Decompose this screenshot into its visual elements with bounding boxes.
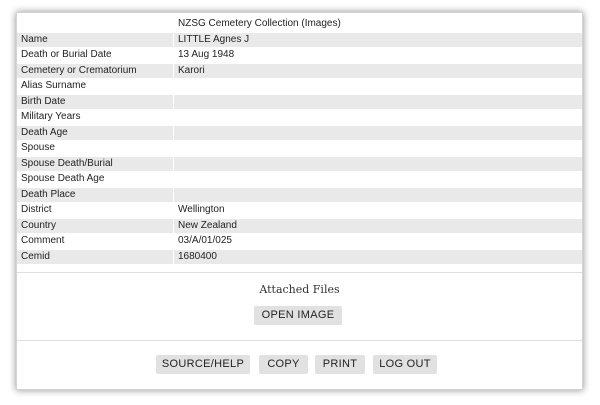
table-row: Cemetery or Crematorium Karori <box>17 62 582 79</box>
table-row: Alias Surname <box>17 78 582 94</box>
field-value-spouse <box>173 140 582 156</box>
table-row: District Wellington <box>17 202 582 218</box>
field-value-death-place <box>173 186 582 203</box>
field-label-cemid: Cemid <box>17 248 174 264</box>
field-value-death-date: 13 Aug 1948 <box>173 47 582 63</box>
field-value-spouse-death-age <box>173 171 582 187</box>
header-label-cell <box>17 16 174 32</box>
table-row: Spouse Death Age <box>17 171 582 187</box>
table-row: Name LITTLE Agnes J <box>17 31 582 48</box>
field-value-comment: 03/A/01/025 <box>173 233 582 249</box>
source-help-button[interactable]: SOURCE/HELP <box>156 355 250 374</box>
field-label-spouse: Spouse <box>17 140 174 156</box>
field-label-death-date: Death or Burial Date <box>17 47 174 63</box>
field-value-military-years <box>173 109 582 125</box>
field-label-alias-surname: Alias Surname <box>17 78 174 94</box>
field-label-military-years: Military Years <box>17 109 174 125</box>
copy-button[interactable]: COPY <box>259 355 308 374</box>
field-value-country: New Zealand <box>173 217 582 234</box>
table-row: Death or Burial Date 13 Aug 1948 <box>17 47 582 63</box>
table-row: Death Place <box>17 186 582 203</box>
collection-title: NZSG Cemetery Collection (Images) <box>173 16 582 32</box>
table-row: Comment 03/A/01/025 <box>17 233 582 249</box>
table-row: Cemid 1680400 <box>17 248 582 264</box>
field-label-death-age: Death Age <box>17 124 174 141</box>
attached-files-heading: Attached Files <box>259 283 340 296</box>
field-label-cemetery: Cemetery or Crematorium <box>17 62 174 79</box>
field-value-spouse-death-burial <box>173 155 582 172</box>
table-row: Spouse Death/Burial <box>17 155 582 172</box>
field-value-alias-surname <box>173 78 582 94</box>
log-out-button[interactable]: LOG OUT <box>373 355 437 374</box>
field-value-birth-date <box>173 93 582 110</box>
table-row: Country New Zealand <box>17 217 582 234</box>
table-row: Military Years <box>17 109 582 125</box>
field-label-name: Name <box>17 31 174 48</box>
field-label-spouse-death-burial: Spouse Death/Burial <box>17 155 174 172</box>
section-divider <box>17 340 582 341</box>
field-label-comment: Comment <box>17 233 174 249</box>
field-label-spouse-death-age: Spouse Death Age <box>17 171 174 187</box>
open-image-button[interactable]: OPEN IMAGE <box>254 306 342 325</box>
table-row: Spouse <box>17 140 582 156</box>
field-value-death-age <box>173 124 582 141</box>
field-label-country: Country <box>17 217 174 234</box>
table-row: Death Age <box>17 124 582 141</box>
table-row-header: NZSG Cemetery Collection (Images) <box>17 16 582 32</box>
field-value-name: LITTLE Agnes J <box>173 31 582 48</box>
field-value-cemid: 1680400 <box>173 248 582 264</box>
print-button[interactable]: PRINT <box>315 355 365 374</box>
section-divider <box>17 272 582 273</box>
field-value-district: Wellington <box>173 202 582 218</box>
table-row: Birth Date <box>17 93 582 110</box>
record-table: NZSG Cemetery Collection (Images) Name L… <box>17 16 582 264</box>
field-label-death-place: Death Place <box>17 186 174 203</box>
field-label-district: District <box>17 202 174 218</box>
record-panel: NZSG Cemetery Collection (Images) Name L… <box>16 12 583 390</box>
field-value-cemetery: Karori <box>173 62 582 79</box>
field-label-birth-date: Birth Date <box>17 93 174 110</box>
